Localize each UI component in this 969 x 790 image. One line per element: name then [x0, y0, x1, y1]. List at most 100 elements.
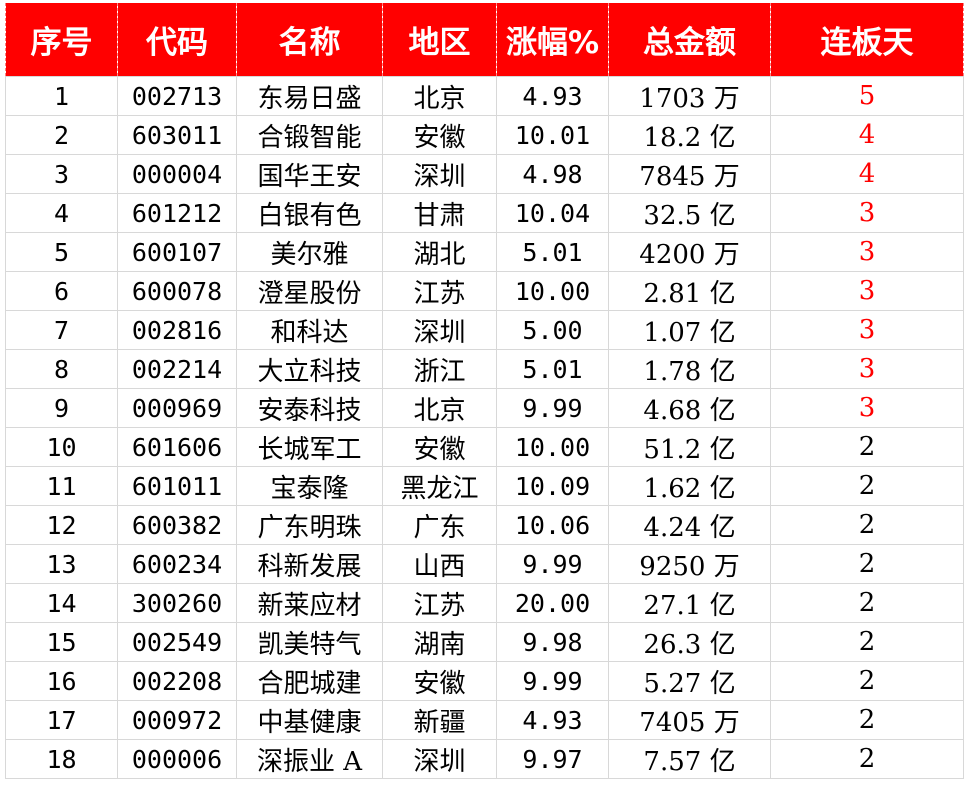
cell-index: 9: [5, 388, 118, 428]
cell-change-pct: 9.97: [496, 739, 609, 779]
cell-name: 新莱应材: [236, 583, 383, 623]
cell-streak-days: 3: [770, 310, 964, 350]
cell-name: 宝泰隆: [236, 466, 383, 506]
cell-streak-days: 2: [770, 661, 964, 701]
cell-index: 7: [5, 310, 118, 350]
cell-region: 湖南: [382, 622, 497, 662]
cell-code: 600107: [117, 232, 237, 272]
cell-streak-days: 3: [770, 232, 964, 272]
cell-region: 北京: [382, 388, 497, 428]
cell-change-pct: 9.99: [496, 544, 609, 584]
cell-streak-days: 3: [770, 271, 964, 311]
cell-index: 3: [5, 154, 118, 194]
header-cell-change-pct: 涨幅%: [496, 3, 609, 77]
table-row: 9 000969 安泰科技 北京 9.99 4.68 亿3: [5, 388, 964, 428]
cell-amount: 1.62 亿: [608, 466, 771, 506]
cell-streak-days: 4: [770, 154, 964, 194]
cell-index: 12: [5, 505, 118, 545]
cell-code: 002214: [117, 349, 237, 389]
cell-streak-days: 2: [770, 427, 964, 467]
table-row: 15 002549 凯美特气 湖南 9.98 26.3 亿2: [5, 622, 964, 662]
cell-streak-days: 3: [770, 388, 964, 428]
cell-change-pct: 5.01: [496, 232, 609, 272]
table-row: 3 000004 国华王安 深圳 4.98 7845 万4: [5, 154, 964, 194]
cell-streak-days: 3: [770, 349, 964, 389]
cell-code: 000004: [117, 154, 237, 194]
cell-code: 002816: [117, 310, 237, 350]
cell-amount: 4200 万: [608, 232, 771, 272]
cell-amount: 7405 万: [608, 700, 771, 740]
cell-code: 002713: [117, 76, 237, 116]
cell-change-pct: 9.99: [496, 388, 609, 428]
cell-change-pct: 10.06: [496, 505, 609, 545]
cell-name: 中基健康: [236, 700, 383, 740]
cell-name: 和科达: [236, 310, 383, 350]
cell-amount: 2.81 亿: [608, 271, 771, 311]
cell-streak-days: 2: [770, 583, 964, 623]
table-row: 16 002208 合肥城建 安徽 9.99 5.27 亿2: [5, 661, 964, 701]
cell-region: 安徽: [382, 427, 497, 467]
cell-code: 002208: [117, 661, 237, 701]
cell-index: 16: [5, 661, 118, 701]
cell-code: 000006: [117, 739, 237, 779]
table-row: 6 600078 澄星股份 江苏 10.00 2.81 亿3: [5, 271, 964, 311]
cell-change-pct: 5.01: [496, 349, 609, 389]
header-cell-name: 名称: [236, 3, 383, 77]
header-cell-streak-days: 连板天: [770, 3, 964, 77]
cell-index: 14: [5, 583, 118, 623]
cell-index: 13: [5, 544, 118, 584]
cell-change-pct: 10.00: [496, 271, 609, 311]
cell-index: 10: [5, 427, 118, 467]
table-row: 5 600107 美尔雅 湖北 5.01 4200 万3: [5, 232, 964, 272]
cell-amount: 9250 万: [608, 544, 771, 584]
cell-region: 新疆: [382, 700, 497, 740]
table-row: 1 002713 东易日盛 北京 4.93 1703 万5: [5, 76, 964, 116]
cell-code: 600234: [117, 544, 237, 584]
cell-amount: 7845 万: [608, 154, 771, 194]
cell-change-pct: 10.04: [496, 193, 609, 233]
cell-amount: 1703 万: [608, 76, 771, 116]
cell-name: 合肥城建: [236, 661, 383, 701]
cell-amount: 18.2 亿: [608, 115, 771, 155]
cell-name: 广东明珠: [236, 505, 383, 545]
cell-region: 湖北: [382, 232, 497, 272]
stock-limit-up-table: 序号 代码 名称 地区 涨幅% 总金额 连板天 1 002713 东易日盛 北京 4.9…: [5, 3, 964, 779]
cell-index: 11: [5, 466, 118, 506]
cell-code: 600078: [117, 271, 237, 311]
cell-region: 广东: [382, 505, 497, 545]
header-cell-index: 序号: [5, 3, 118, 77]
cell-amount: 51.2 亿: [608, 427, 771, 467]
header-row: 序号 代码 名称 地区 涨幅% 总金额 连板天: [5, 3, 964, 77]
cell-name: 大立科技: [236, 349, 383, 389]
cell-region: 浙江: [382, 349, 497, 389]
cell-amount: 7.57 亿: [608, 739, 771, 779]
table-row: 14 300260 新莱应材 江苏 20.00 27.1 亿2: [5, 583, 964, 623]
table-row: 17 000972 中基健康 新疆 4.93 7405 万2: [5, 700, 964, 740]
cell-region: 北京: [382, 76, 497, 116]
cell-index: 8: [5, 349, 118, 389]
cell-name: 长城军工: [236, 427, 383, 467]
cell-index: 1: [5, 76, 118, 116]
cell-name: 深振业 A: [236, 739, 383, 779]
cell-streak-days: 4: [770, 115, 964, 155]
cell-index: 6: [5, 271, 118, 311]
cell-name: 东易日盛: [236, 76, 383, 116]
cell-name: 合锻智能: [236, 115, 383, 155]
cell-name: 白银有色: [236, 193, 383, 233]
cell-amount: 4.24 亿: [608, 505, 771, 545]
cell-amount: 4.68 亿: [608, 388, 771, 428]
cell-change-pct: 10.01: [496, 115, 609, 155]
header-cell-code: 代码: [117, 3, 237, 77]
table-row: 12 600382 广东明珠 广东 10.06 4.24 亿2: [5, 505, 964, 545]
cell-change-pct: 4.93: [496, 76, 609, 116]
cell-index: 2: [5, 115, 118, 155]
table-row: 2 603011 合锻智能 安徽 10.01 18.2 亿4: [5, 115, 964, 155]
cell-change-pct: 9.99: [496, 661, 609, 701]
cell-streak-days: 2: [770, 700, 964, 740]
cell-code: 601011: [117, 466, 237, 506]
cell-change-pct: 10.00: [496, 427, 609, 467]
cell-code: 601212: [117, 193, 237, 233]
table-row: 8 002214 大立科技 浙江 5.01 1.78 亿3: [5, 349, 964, 389]
cell-region: 深圳: [382, 310, 497, 350]
cell-change-pct: 4.93: [496, 700, 609, 740]
